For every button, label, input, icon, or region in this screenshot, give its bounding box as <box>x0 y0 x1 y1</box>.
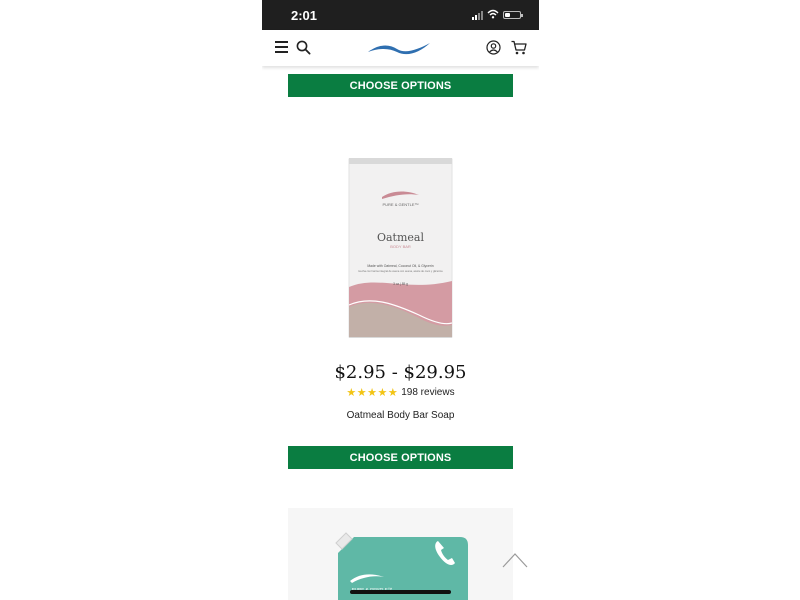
cart-icon[interactable] <box>511 40 527 55</box>
battery-icon <box>503 11 523 19</box>
star-rating: ★★★★★ <box>346 387 399 399</box>
package-weight: 3 oz | 85 g <box>393 282 408 286</box>
package-ingredients: Made with Oatmeal, Coconut Oil, & Glycer… <box>367 264 433 268</box>
price-range: $2.95 - $29.95 <box>334 362 467 383</box>
package-subtitle: BODY BAR <box>390 244 411 249</box>
status-bar: 2:01 <box>262 0 539 30</box>
package-title: Oatmeal <box>377 231 424 244</box>
scroll-top-icon[interactable] <box>502 552 528 568</box>
product-name[interactable]: Oatmeal Body Bar Soap <box>262 410 539 421</box>
home-indicator <box>350 590 451 594</box>
signal-icon <box>472 11 484 20</box>
wifi-icon <box>487 9 499 19</box>
phone-screen: 2:01 CHOOSE OPTIONS PURE & GENTLE™ Oatme… <box>262 0 539 600</box>
account-icon[interactable] <box>486 40 501 55</box>
product-image[interactable]: PURE & GENTLE™ Oatmeal BODY BAR Made wit… <box>347 157 454 339</box>
rating-row[interactable]: ★★★★★ 198 reviews <box>262 386 539 399</box>
review-count[interactable]: 198 reviews <box>401 387 454 398</box>
package-ingredients-es: Hecha con harina integral de avena con a… <box>358 269 443 273</box>
search-icon[interactable] <box>296 40 311 55</box>
menu-icon[interactable] <box>275 41 288 53</box>
package-brand: PURE & GENTLE™ <box>382 202 418 207</box>
choose-options-button[interactable]: CHOOSE OPTIONS <box>288 446 513 469</box>
status-time: 2:01 <box>291 8 318 23</box>
logo-wave[interactable] <box>367 40 431 56</box>
site-header <box>262 30 539 66</box>
choose-options-button[interactable]: CHOOSE OPTIONS <box>288 74 513 97</box>
